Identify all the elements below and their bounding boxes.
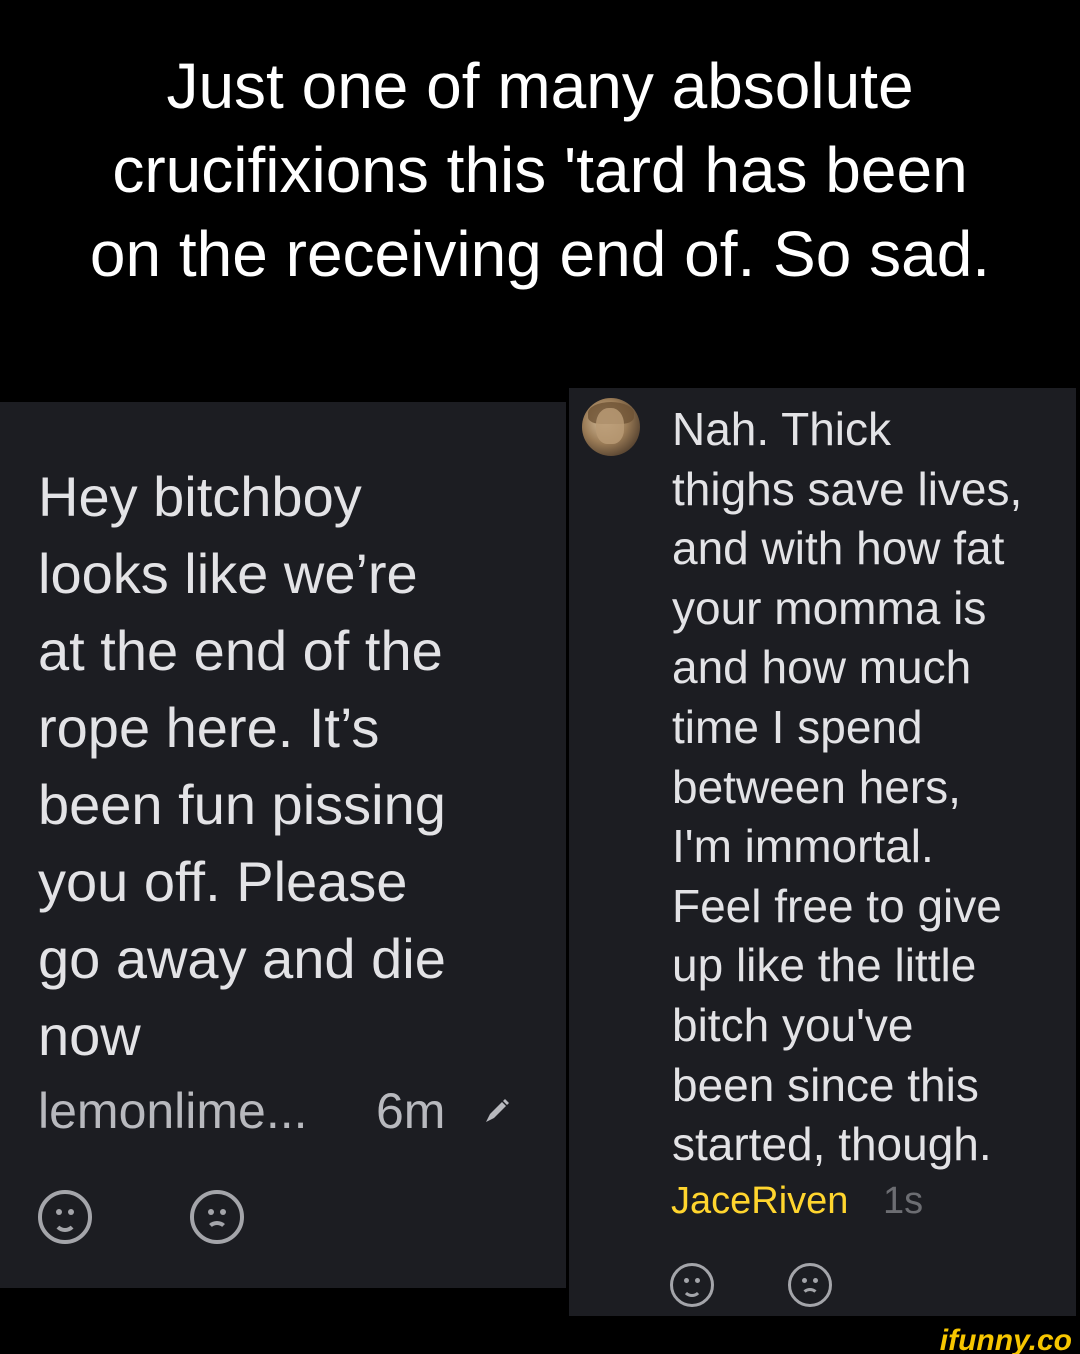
comment-timestamp: 6m [376, 1083, 446, 1139]
caption-line: Just one of many absolute [166, 50, 914, 122]
comment-line: you off. Please [38, 850, 408, 913]
comment-line: at the end of the [38, 619, 443, 682]
comment-line: looks like we’re [38, 542, 418, 605]
comment-line: now [38, 1004, 141, 1067]
comment-line: and with how fat [672, 522, 1005, 575]
left-comment-body: Hey bitchboy looks like we’re at the end… [38, 458, 558, 1074]
frown-icon[interactable] [788, 1263, 832, 1307]
comment-line: Feel free to give [672, 879, 1002, 932]
smile-icon[interactable] [670, 1263, 714, 1307]
comment-line: started, though. [672, 1118, 992, 1171]
comment-line: been since this [672, 1058, 979, 1111]
comment-line: rope here. It’s [38, 696, 380, 759]
ifunny-watermark: ifunny.co [939, 1324, 1072, 1354]
comment-line: your momma is [672, 581, 987, 634]
comment-username[interactable]: JaceRiven [671, 1180, 848, 1223]
comment-line: and how much [672, 641, 972, 694]
right-comment-meta: JaceRiven 1s [671, 1180, 1051, 1230]
caption-line: crucifixions this 'tard has been [112, 134, 968, 206]
comment-line: time I spend [672, 700, 923, 753]
edit-icon[interactable] [482, 1096, 512, 1126]
left-comment-meta: lemonlime... 6m [38, 1082, 538, 1146]
comment-line: Hey bitchboy [38, 465, 362, 528]
smile-icon[interactable] [38, 1190, 92, 1244]
comment-line: thighs save lives, [672, 462, 1023, 515]
caption-line: on the receiving end of. So sad. [89, 218, 991, 290]
comment-timestamp: 1s [883, 1180, 924, 1222]
comment-line: up like the little [672, 939, 977, 992]
frown-icon[interactable] [190, 1190, 244, 1244]
comment-line: I'm immortal. [672, 820, 934, 873]
comment-line: been fun pissing [38, 773, 446, 836]
right-comment-body: Nah. Thick thighs save lives, and with h… [672, 400, 1072, 1175]
comment-line: Nah. Thick [672, 403, 892, 455]
comment-line: between hers, [672, 760, 961, 813]
comment-line: go away and die [38, 927, 446, 990]
meme-caption: Just one of many absolute crucifixions t… [0, 44, 1080, 296]
comment-line: bitch you've [672, 998, 914, 1051]
avatar[interactable] [582, 398, 640, 456]
comment-username[interactable]: lemonlime... [38, 1082, 308, 1140]
